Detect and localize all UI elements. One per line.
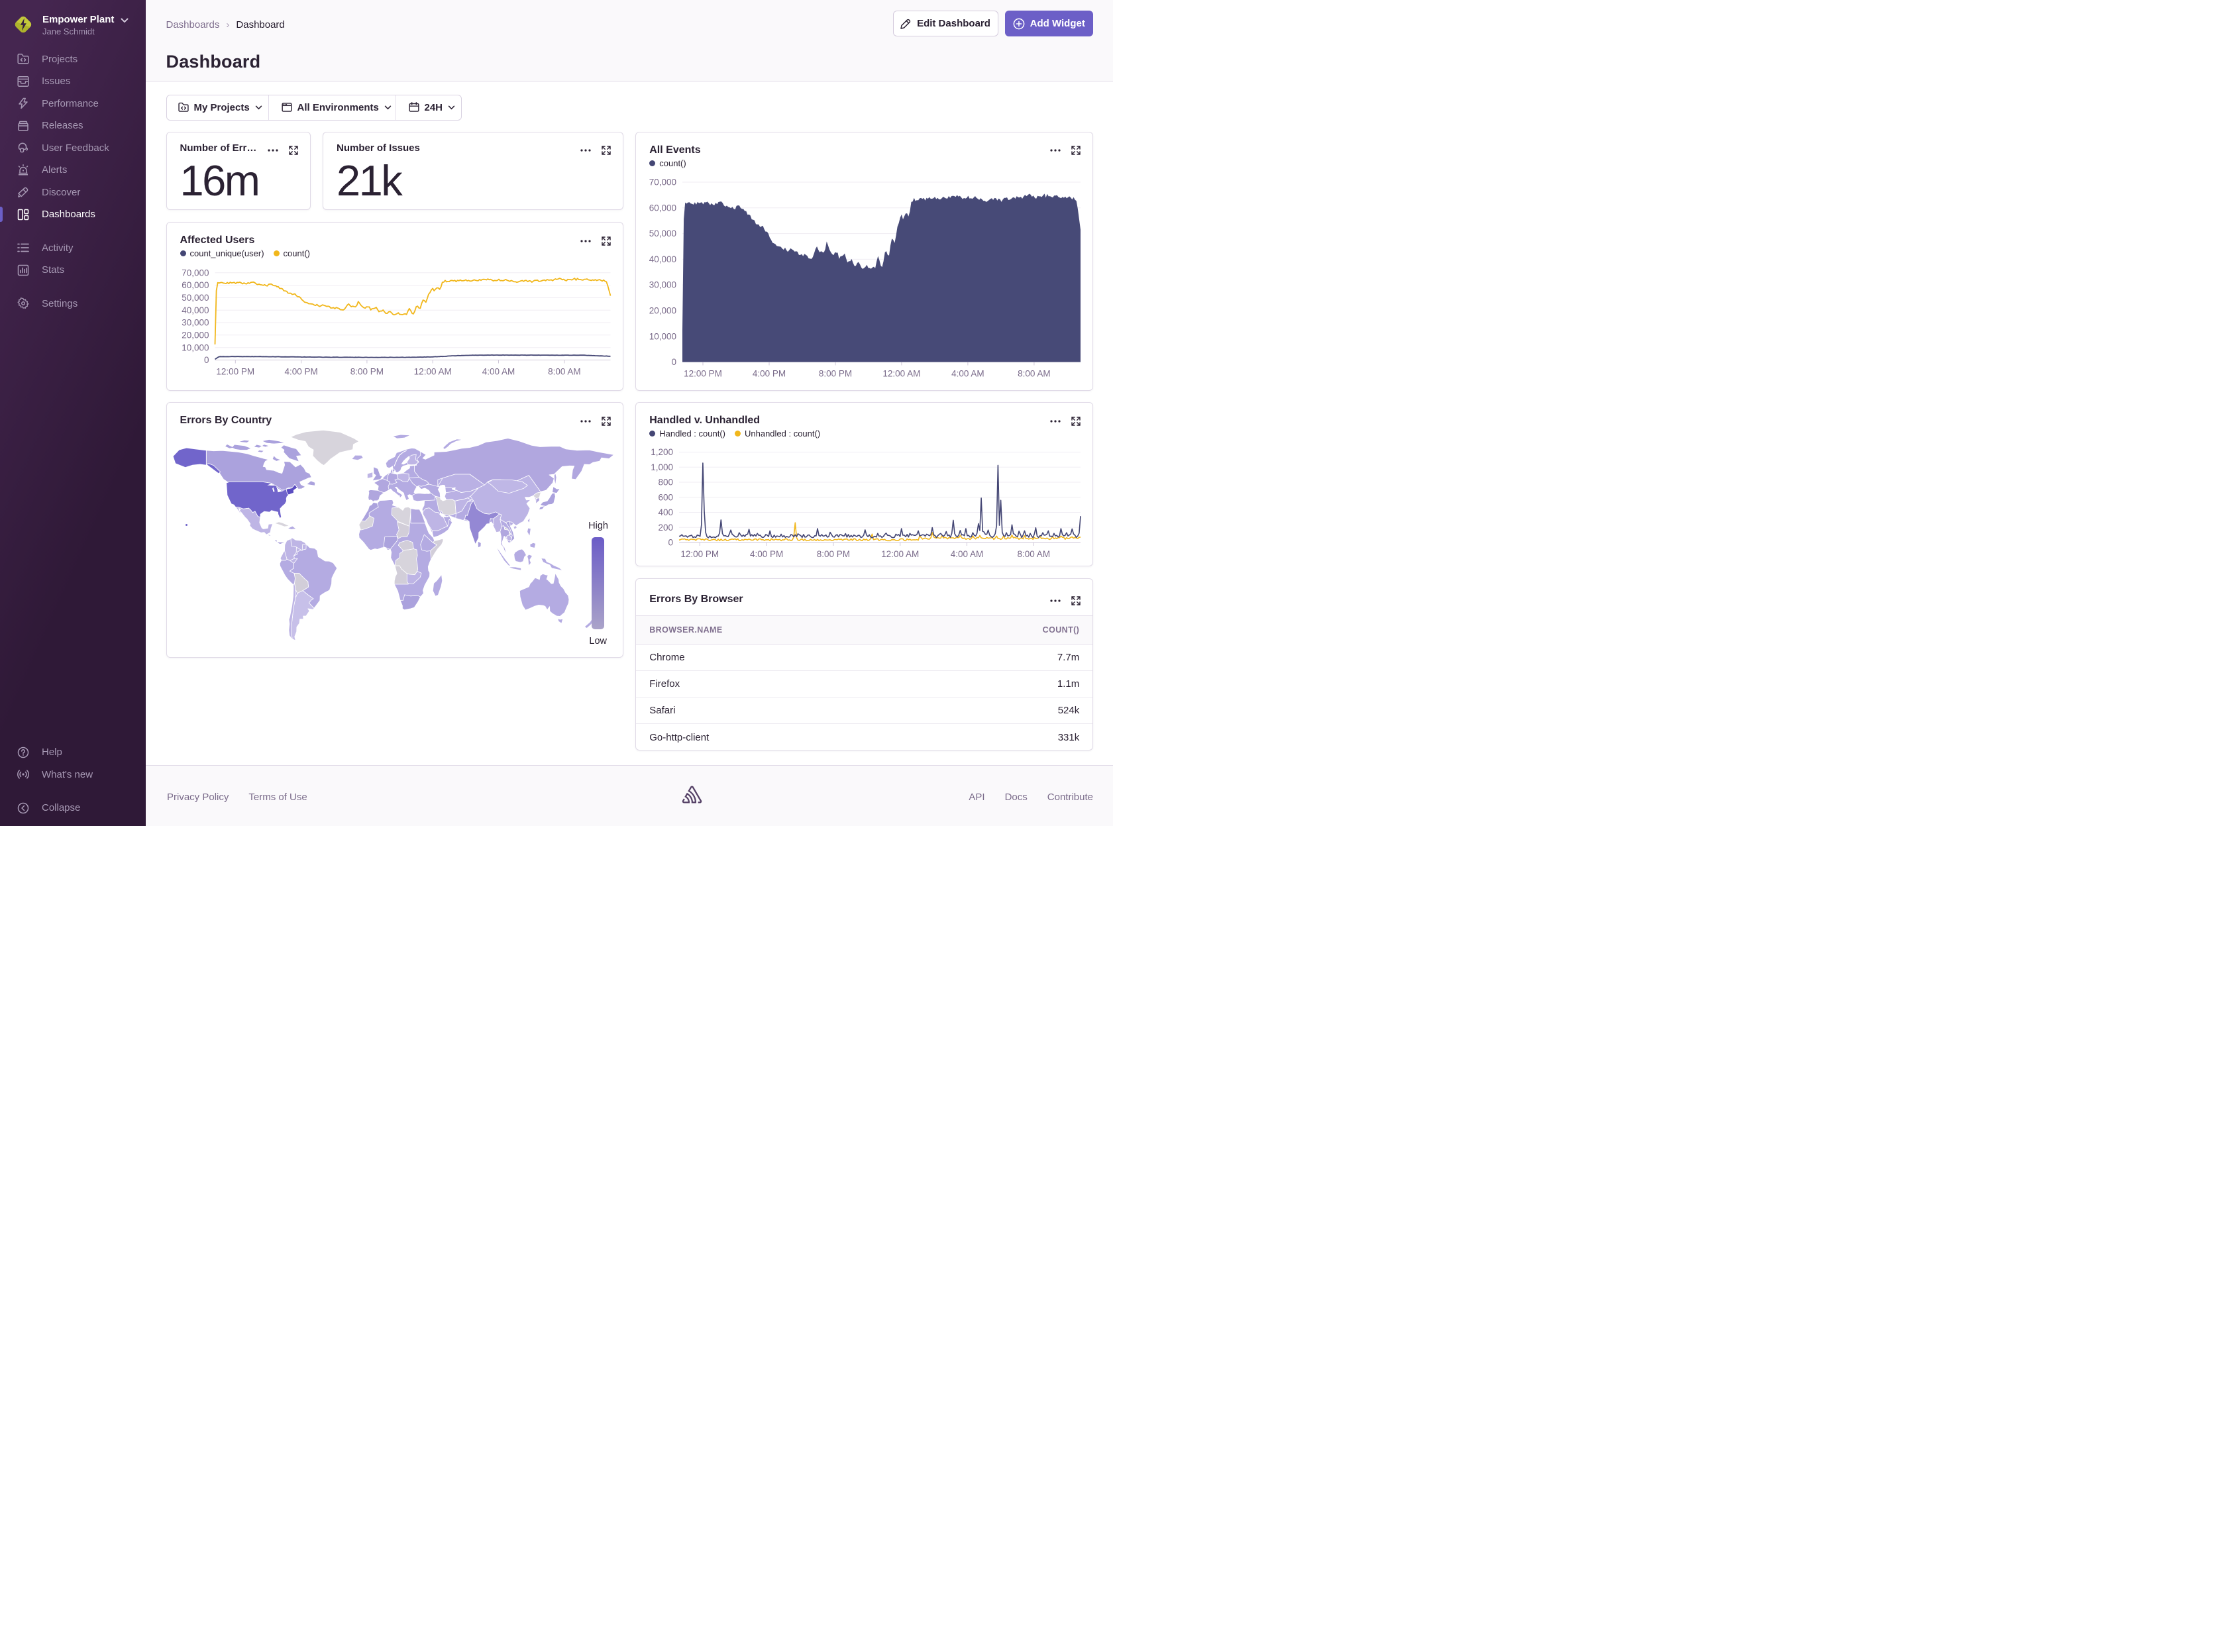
svg-text:12:00 PM: 12:00 PM [681,549,719,559]
svg-text:30,000: 30,000 [182,318,209,328]
svg-text:8:00 AM: 8:00 AM [1018,549,1051,559]
svg-text:20,000: 20,000 [182,330,209,340]
svg-text:10,000: 10,000 [649,331,676,341]
svg-text:4:00 PM: 4:00 PM [753,368,786,378]
svg-text:12:00 AM: 12:00 AM [413,367,451,377]
svg-text:600: 600 [659,492,674,502]
svg-text:50,000: 50,000 [182,293,209,303]
svg-text:12:00 PM: 12:00 PM [684,368,722,378]
svg-text:50,000: 50,000 [649,229,676,238]
svg-text:70,000: 70,000 [649,177,676,187]
svg-text:8:00 AM: 8:00 AM [1018,368,1051,378]
svg-text:12:00 AM: 12:00 AM [883,368,921,378]
svg-text:20,000: 20,000 [649,305,676,315]
svg-text:40,000: 40,000 [649,254,676,264]
svg-text:0: 0 [672,357,677,367]
svg-text:200: 200 [659,523,674,533]
svg-text:4:00 PM: 4:00 PM [284,367,317,377]
svg-text:4:00 PM: 4:00 PM [750,549,783,559]
svg-text:400: 400 [659,507,674,517]
svg-text:40,000: 40,000 [182,305,209,315]
svg-text:4:00 AM: 4:00 AM [951,368,984,378]
svg-text:8:00 PM: 8:00 PM [817,549,850,559]
svg-text:10,000: 10,000 [182,342,209,352]
svg-text:0: 0 [203,355,209,365]
svg-text:8:00 PM: 8:00 PM [350,367,383,377]
svg-text:8:00 PM: 8:00 PM [819,368,852,378]
svg-text:60,000: 60,000 [649,203,676,213]
svg-text:4:00 AM: 4:00 AM [951,549,984,559]
svg-text:70,000: 70,000 [182,268,209,278]
svg-text:8:00 AM: 8:00 AM [548,367,581,377]
svg-text:12:00 PM: 12:00 PM [216,367,254,377]
svg-text:12:00 AM: 12:00 AM [881,549,919,559]
svg-text:800: 800 [659,478,674,488]
svg-text:1,200: 1,200 [651,447,673,457]
svg-text:30,000: 30,000 [649,280,676,289]
svg-text:1,000: 1,000 [651,462,673,472]
svg-text:60,000: 60,000 [182,280,209,290]
svg-text:0: 0 [668,538,674,548]
svg-text:4:00 AM: 4:00 AM [482,367,515,377]
